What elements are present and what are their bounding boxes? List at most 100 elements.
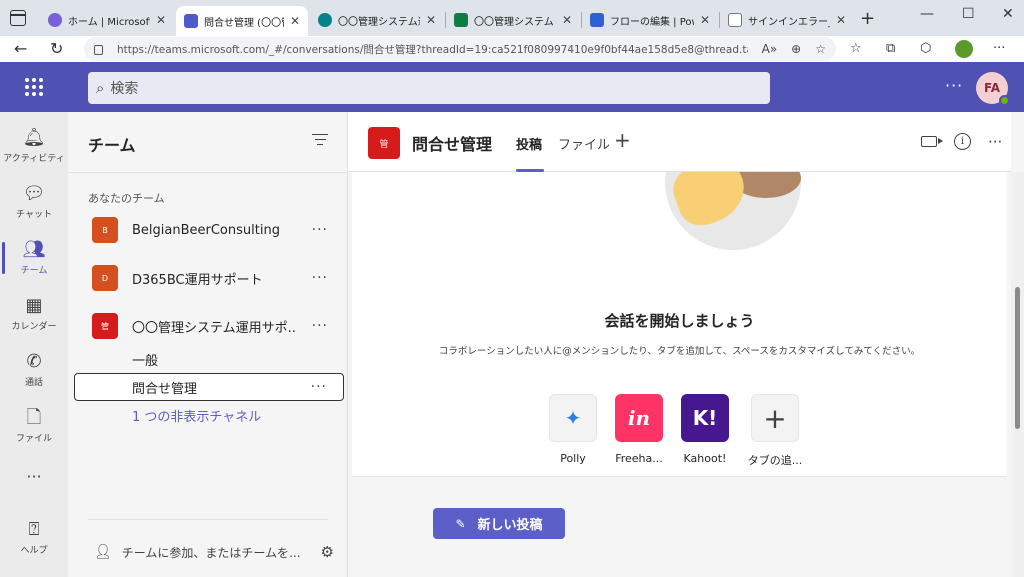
video-call-icon[interactable] — [921, 136, 943, 147]
add-people-icon: 👤︎ — [94, 544, 112, 560]
add-tab-button[interactable]: + — [614, 128, 631, 152]
new-post-label: 新しい投稿 — [477, 518, 543, 533]
app-tile-kahoot[interactable]: K! Kahoot! — [675, 394, 735, 465]
app-tile-add-tab[interactable]: + タブの追... — [745, 394, 805, 468]
address-bar: ← ↻ https://teams.microsoft.com/_#/conve… — [0, 36, 1024, 62]
more-apps-icon[interactable]: ··· — [0, 450, 68, 502]
calendar-icon: ▦ — [25, 295, 43, 316]
favorite-star-icon[interactable]: ☆ — [815, 42, 826, 56]
team-name: BelgianBeerConsulting — [132, 222, 280, 238]
lock-icon — [94, 45, 103, 55]
close-window-button[interactable]: ✕ — [1002, 6, 1014, 22]
browser-tab-teams[interactable]: 問合せ管理 (〇〇管理 ✕ — [176, 6, 308, 36]
close-icon[interactable]: ✕ — [562, 13, 572, 27]
gear-icon[interactable]: ⚙ — [321, 543, 334, 561]
channel-name: 1 つの非表示チャネル — [132, 409, 262, 425]
collections-icon[interactable]: ⧉ — [886, 41, 895, 56]
info-icon[interactable]: i — [954, 133, 971, 150]
browser-menu-icon[interactable]: ··· — [993, 41, 1005, 56]
back-arrow-icon[interactable]: ← — [14, 39, 27, 58]
favorites-icon[interactable]: ☆ — [850, 41, 862, 56]
join-or-create-team[interactable]: 👤︎ チームに参加、またはチームを... ⚙ — [94, 542, 334, 562]
app-tile-freehand[interactable]: in Freeha... — [609, 394, 669, 465]
team-avatar: B — [92, 217, 118, 243]
join-label: チームに参加、またはチームを... — [121, 545, 301, 560]
tab-actions-icon[interactable] — [10, 10, 26, 26]
scrollbar-thumb[interactable] — [1015, 287, 1020, 429]
more-options-icon[interactable]: ··· — [312, 270, 328, 286]
extensions-icon[interactable]: ⬡ — [920, 41, 931, 56]
read-aloud-icon[interactable]: A» — [762, 42, 778, 56]
more-options-icon[interactable]: ··· — [312, 222, 328, 238]
search-placeholder: 検索 — [110, 81, 139, 97]
tab-title: 問合せ管理 (〇〇管理 — [204, 17, 284, 29]
team-item[interactable]: B BelgianBeerConsulting ··· — [74, 210, 342, 250]
browser-tab-power-automate[interactable]: フローの編集 | Power ✕ — [582, 6, 718, 34]
rail-item-activity[interactable]: 🔔︎ アクティビティ — [0, 120, 68, 172]
rail-item-files[interactable]: 🗋 ファイル — [0, 400, 68, 452]
more-options-icon[interactable]: ··· — [312, 318, 328, 334]
filter-icon[interactable] — [312, 134, 328, 146]
channel-title: 問合せ管理 — [412, 135, 493, 154]
browser-tab-home[interactable]: ホーム | Microsoft 365 ✕ — [40, 6, 174, 34]
close-icon[interactable]: ✕ — [836, 13, 846, 27]
chat-icon: 💬︎ — [22, 183, 46, 204]
settings-more-icon[interactable]: ··· — [945, 76, 963, 95]
channel-item-inquiry[interactable]: 問合せ管理 ··· — [74, 373, 344, 401]
tab-title: 〇〇管理システム 問 — [474, 16, 556, 28]
more-options-icon[interactable]: ··· — [311, 379, 327, 395]
browser-tab-excel[interactable]: 〇〇管理システム 問 ✕ — [446, 6, 580, 34]
rail-label: 通話 — [24, 378, 43, 388]
invision-freehand-icon: in — [615, 394, 663, 442]
maximize-button[interactable]: ☐ — [962, 6, 975, 22]
close-icon[interactable]: ✕ — [426, 13, 436, 27]
divider — [88, 519, 328, 520]
new-post-button[interactable]: ✎ 新しい投稿 — [433, 508, 565, 539]
close-icon[interactable]: ✕ — [156, 13, 166, 27]
tab-title: フローの編集 | Power — [610, 16, 694, 28]
zoom-icon[interactable]: ⊕ — [791, 42, 801, 56]
rail-label: ファイル — [15, 434, 52, 444]
app-tile-polly[interactable]: ✦ Polly — [543, 394, 603, 465]
app-label: Kahoot! — [683, 452, 727, 465]
minimize-button[interactable]: — — [920, 6, 934, 22]
close-icon[interactable]: ✕ — [700, 13, 710, 27]
more-options-icon[interactable]: ··· — [988, 133, 1002, 151]
user-avatar[interactable]: FA — [976, 72, 1010, 106]
close-icon[interactable]: ✕ — [290, 14, 300, 28]
url-field[interactable]: https://teams.microsoft.com/_#/conversat… — [84, 37, 836, 61]
browser-tab-sharepoint[interactable]: 〇〇管理システム運用 ✕ — [310, 6, 444, 34]
scrollbar[interactable] — [1011, 172, 1024, 577]
profile-extension-icon[interactable] — [955, 40, 973, 58]
channel-name: 一般 — [132, 353, 159, 369]
tab-files[interactable]: ファイル — [558, 134, 610, 153]
file-icon: 🗋 — [26, 407, 42, 428]
channel-name: 問合せ管理 — [132, 381, 198, 397]
app-launcher-icon[interactable] — [25, 78, 43, 96]
rail-label: チャット — [16, 210, 52, 220]
m365-icon — [48, 13, 62, 27]
tab-title: 〇〇管理システム運用 — [338, 16, 420, 28]
team-item[interactable]: 管 〇〇管理システム運用サポ... ··· — [74, 306, 342, 346]
browser-tab-forms[interactable]: サインインエラー_Form ✕ — [720, 6, 854, 34]
app-rail: 🔔︎ アクティビティ 💬︎ チャット 👥︎ チーム ▦ カレンダー ✆ 通話 🗋… — [0, 112, 68, 577]
channel-item-general[interactable]: 一般 — [74, 345, 344, 373]
divider — [352, 476, 1007, 477]
refresh-icon[interactable]: ↻ — [50, 39, 63, 58]
teams-icon: 👥︎ — [22, 239, 46, 260]
team-item[interactable]: D D365BC運用サポート ··· — [74, 258, 342, 298]
tab-posts[interactable]: 投稿 — [516, 134, 542, 153]
hidden-channels-link[interactable]: 1 つの非表示チャネル — [74, 401, 344, 429]
rail-item-teams[interactable]: 👥︎ チーム — [0, 232, 68, 284]
rail-item-chat[interactable]: 💬︎ チャット — [0, 176, 68, 228]
document-icon — [728, 13, 742, 27]
rail-item-calendar[interactable]: ▦ カレンダー — [0, 288, 68, 340]
divider — [68, 172, 348, 173]
channel-team-avatar: 管 — [368, 127, 400, 159]
search-input[interactable]: ⌕ 検索 — [88, 72, 770, 104]
help-icon: ⍰ — [28, 519, 40, 540]
rail-item-calls[interactable]: ✆ 通話 — [0, 344, 68, 396]
rail-item-help[interactable]: ⍰ ヘルプ — [0, 512, 68, 564]
new-tab-button[interactable]: + — [860, 8, 875, 29]
compose-icon: ✎ — [455, 516, 466, 531]
